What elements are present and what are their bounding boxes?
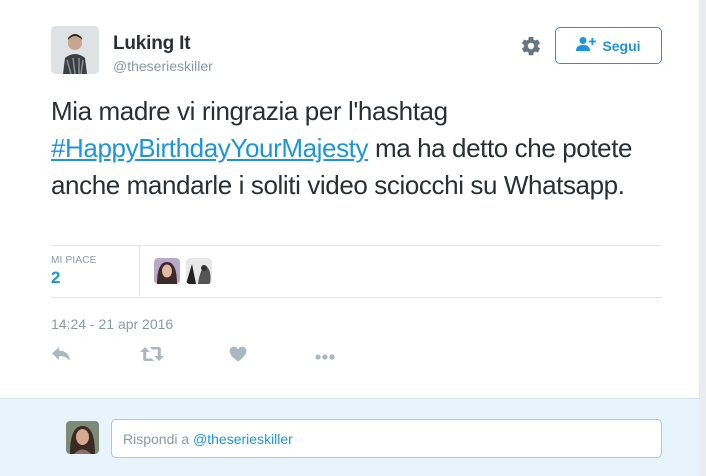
follow-button-label: Segui: [602, 37, 641, 54]
stats-separator: [139, 246, 140, 297]
gear-icon[interactable]: [520, 35, 542, 57]
reply-area: Rispondi a @theserieskiller: [0, 398, 700, 476]
reply-action[interactable]: [51, 345, 71, 367]
stats-bottom-divider: [51, 297, 662, 298]
add-user-icon: [576, 36, 597, 55]
more-action[interactable]: [315, 345, 335, 367]
like-action[interactable]: [229, 345, 247, 367]
tweet-text: Mia madre vi ringrazia per l'hashtag #Hap…: [51, 93, 651, 204]
likes-count[interactable]: 2: [51, 268, 60, 288]
tweet-timestamp[interactable]: 14:24 - 21 apr 2016: [51, 316, 173, 332]
author-handle[interactable]: @theserieskiller: [113, 58, 213, 74]
reply-icon: [51, 346, 71, 367]
reply-mention: @theserieskiller: [193, 430, 293, 447]
more-icon: [315, 347, 335, 365]
heart-icon: [229, 346, 247, 367]
likes-label: MI PIACE: [51, 255, 97, 266]
retweet-action[interactable]: [140, 345, 164, 367]
follow-button[interactable]: Segui: [555, 27, 662, 64]
current-user-avatar: [66, 421, 99, 454]
author-avatar[interactable]: [51, 26, 99, 74]
stats-top-divider: [51, 245, 662, 246]
author-name[interactable]: Luking It: [113, 33, 191, 55]
hashtag-link[interactable]: #HappyBirthdayYourMajesty: [51, 133, 369, 163]
tweet-card: Luking It @theserieskiller Segui Mia mad…: [0, 0, 700, 476]
liker-avatar[interactable]: [186, 258, 212, 284]
tweet-text-before: Mia madre vi ringrazia per l'hashtag: [51, 96, 448, 126]
reply-input[interactable]: Rispondi a @theserieskiller: [111, 419, 662, 458]
reply-prefix: Rispondi a: [123, 430, 190, 447]
retweet-icon: [140, 346, 164, 367]
liker-avatar[interactable]: [154, 258, 180, 284]
